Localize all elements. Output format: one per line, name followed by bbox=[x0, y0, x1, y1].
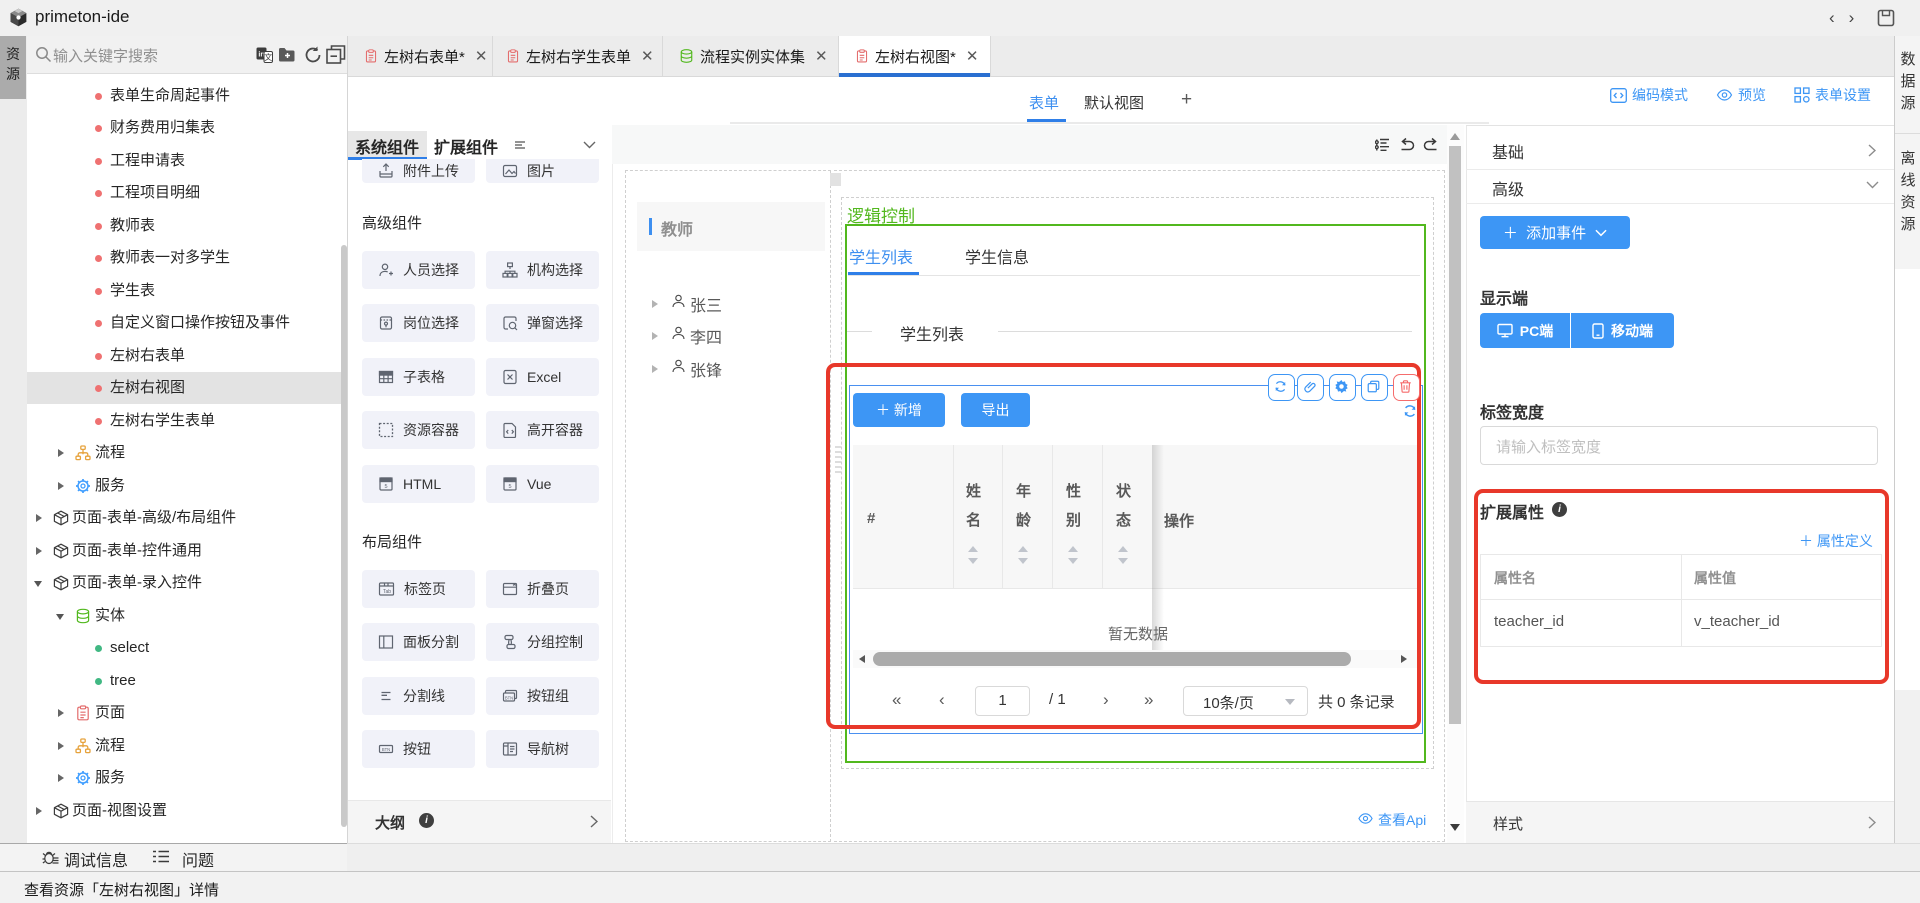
svg-text:5: 5 bbox=[508, 484, 511, 490]
svg-text:文: 文 bbox=[264, 52, 272, 62]
svg-text:Tab: Tab bbox=[383, 589, 391, 595]
svg-text:BTN: BTN bbox=[505, 695, 513, 700]
svg-text:BTN: BTN bbox=[382, 747, 390, 752]
svg-text:5: 5 bbox=[384, 484, 387, 490]
